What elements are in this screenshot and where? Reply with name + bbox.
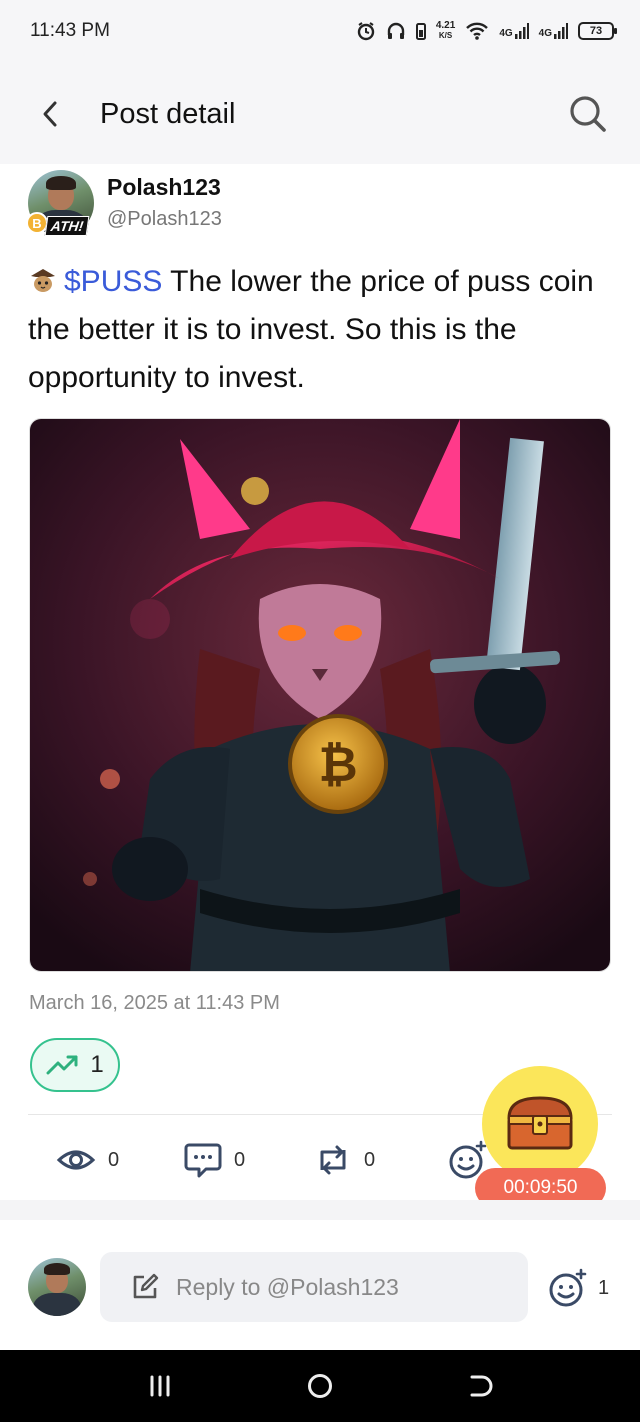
reply-reaction-count: 1 (598, 1276, 610, 1299)
post-image[interactable]: ₿ (29, 418, 611, 972)
reply-avatar (28, 1258, 86, 1316)
repost-count: 0 (364, 1148, 376, 1171)
net-speed: 4.21 K/S (436, 21, 455, 41)
chevron-left-icon (43, 101, 57, 127)
trending-count: 1 (90, 1051, 104, 1078)
sim2-label: 4G (538, 28, 552, 39)
eye-icon (56, 1150, 96, 1170)
emoji-add-icon (549, 1268, 587, 1307)
comment-icon (184, 1143, 222, 1178)
signal-bars-icon (554, 23, 568, 39)
post-author[interactable]: B ATH! Polash123 @Polash123 (26, 170, 628, 240)
recents-icon (150, 1375, 170, 1397)
reply-placeholder: Reply to @Polash123 (176, 1273, 399, 1300)
ticker-link[interactable]: $PUSS (64, 265, 162, 298)
back-gesture-icon (470, 1375, 493, 1397)
signal-sim2: 4G (539, 23, 568, 39)
treasure-chest-button[interactable] (482, 1066, 598, 1182)
battery-indicator: 73 (578, 22, 617, 40)
trending-chip[interactable]: 1 (30, 1038, 120, 1092)
views-count: 0 (108, 1148, 120, 1171)
author-name[interactable]: Polash123 (107, 174, 221, 201)
edit-icon (133, 1273, 159, 1299)
puss-token-icon (31, 269, 55, 292)
top-app-bar: Post detail (0, 64, 640, 164)
repost-button[interactable]: 0 (314, 1138, 375, 1182)
alarm-icon (357, 22, 375, 41)
treasure-chest-icon (507, 1096, 573, 1150)
back-button[interactable] (30, 94, 70, 134)
home-button[interactable] (300, 1368, 340, 1404)
back-nav-button[interactable] (460, 1368, 500, 1404)
section-separator (0, 1200, 640, 1220)
recents-button[interactable] (140, 1368, 180, 1404)
ath-badge: ATH! (44, 216, 90, 236)
reply-reaction-button[interactable]: 1 (548, 1266, 609, 1310)
comment-button[interactable]: 0 (184, 1138, 245, 1182)
search-icon (570, 96, 606, 132)
status-bar: 11:43 PM 4.21 K/S 4G 4G 73 (0, 0, 640, 64)
page-title: Post detail (100, 98, 236, 130)
wifi-icon (466, 22, 489, 40)
battery-saver-icon (415, 23, 426, 40)
author-handle[interactable]: @Polash123 (107, 208, 222, 231)
sim1-label: 4G (499, 28, 513, 39)
headphones-icon (387, 22, 405, 39)
svg-text:₿: ₿ (318, 737, 357, 793)
net-speed-unit: K/S (438, 31, 453, 40)
home-icon (308, 1374, 332, 1398)
search-button[interactable] (566, 92, 610, 136)
net-speed-value: 4.21 (435, 20, 456, 31)
trending-up-icon (46, 1055, 78, 1075)
post-date: March 16, 2025 at 11:43 PM (29, 992, 280, 1014)
signal-bars-icon (514, 23, 529, 39)
post-body: $PUSS The lower the price of puss coin t… (28, 258, 618, 402)
reply-input[interactable]: Reply to @Polash123 (100, 1252, 528, 1322)
status-time: 11:43 PM (30, 20, 110, 41)
views-button[interactable]: 0 (56, 1138, 119, 1182)
pirate-cat-illustration: ₿ (30, 419, 610, 971)
signal-sim1: 4G (499, 23, 529, 39)
comment-count: 0 (234, 1148, 246, 1171)
status-icons: 4.21 K/S 4G 4G 73 (356, 16, 617, 46)
system-nav-bar (0, 1350, 640, 1422)
repost-icon (320, 1145, 346, 1175)
